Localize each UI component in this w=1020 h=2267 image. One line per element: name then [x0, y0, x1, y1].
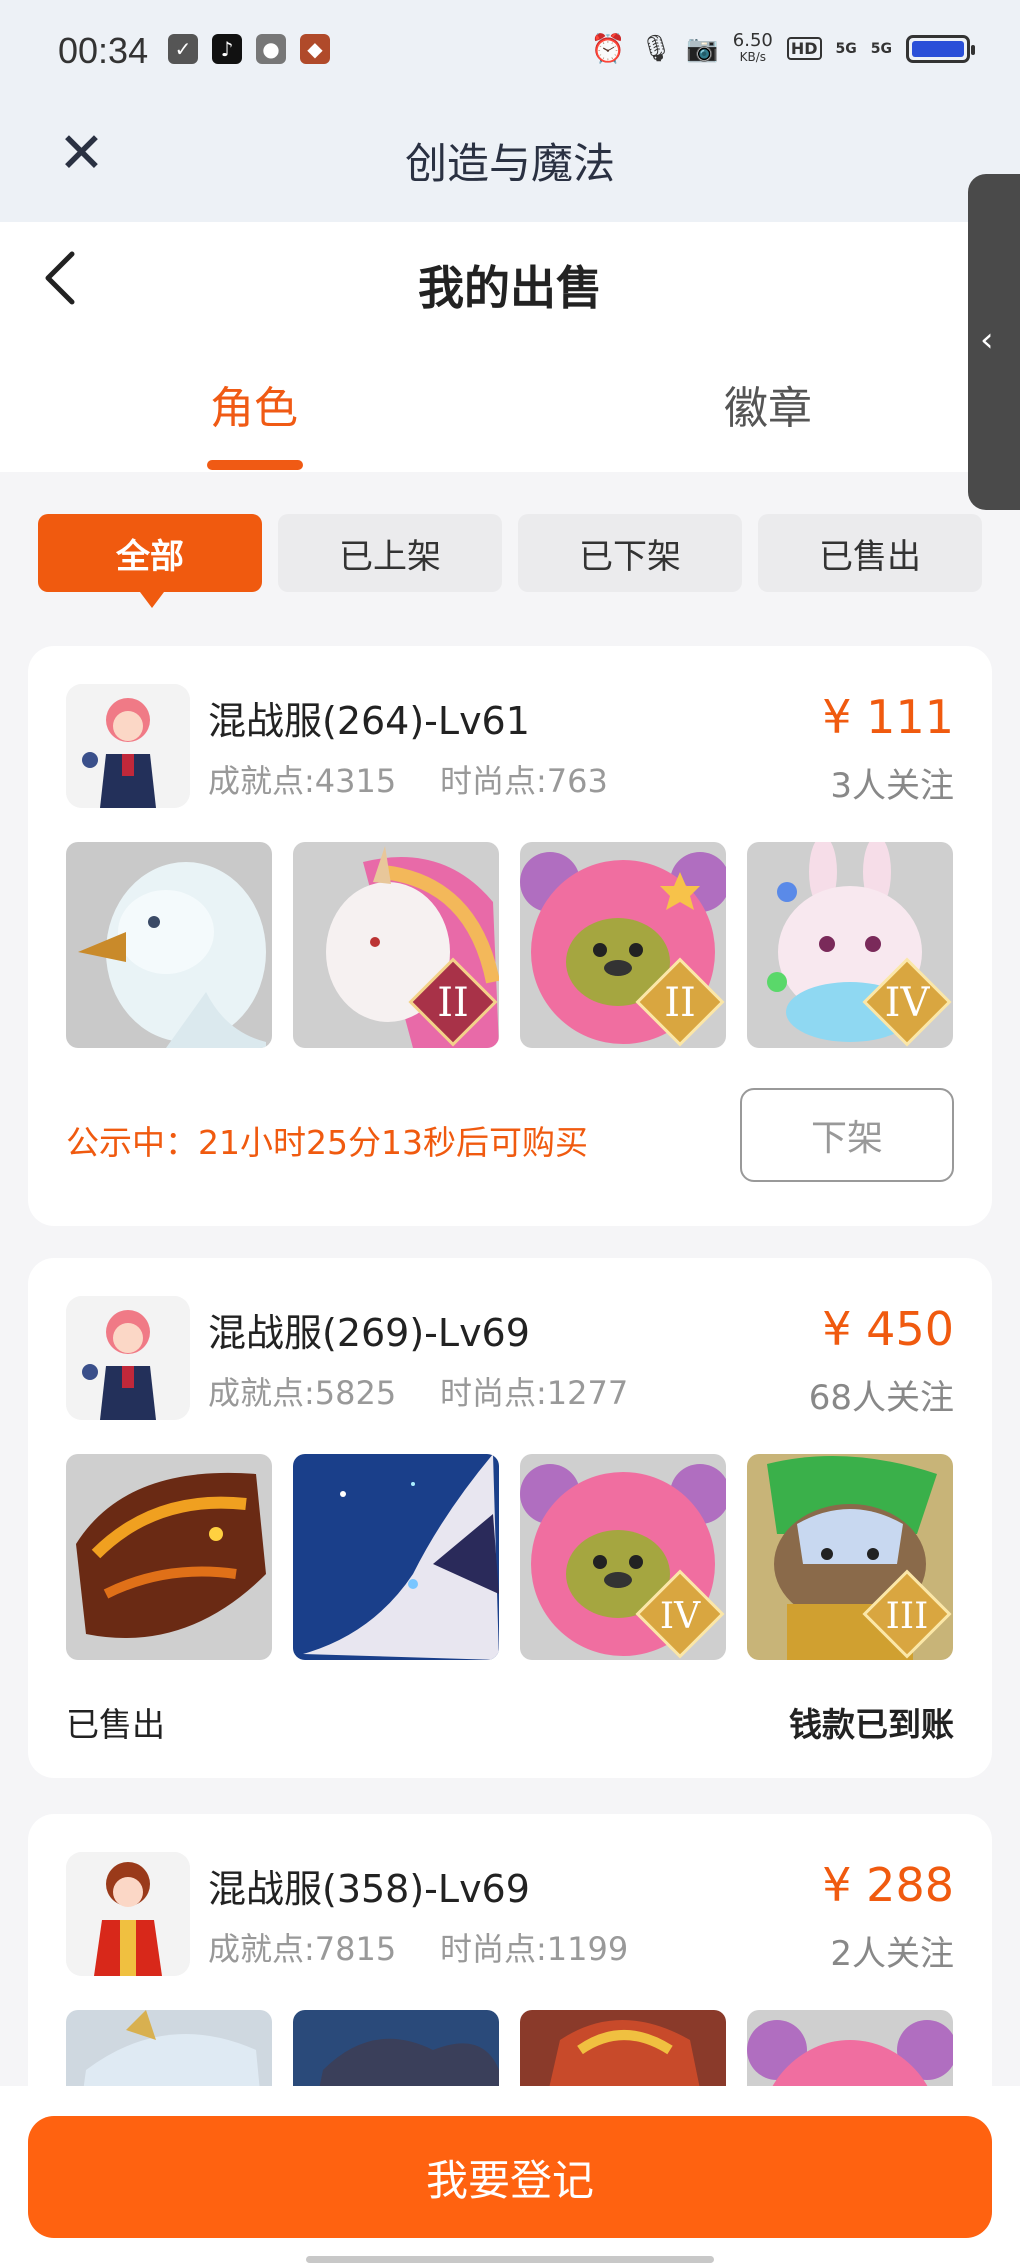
server-level: 混战服(269)-Lv69	[208, 1311, 530, 1355]
filter-listed[interactable]: 已上架	[278, 514, 502, 592]
app-header: ✕ 创造与魔法	[0, 110, 1020, 222]
achievement-points: 成就点:7815	[208, 1930, 397, 1968]
signal-5g-icon: 5G	[835, 40, 857, 57]
side-panel-handle[interactable]: ‹	[968, 174, 1020, 510]
server-level: 混战服(264)-Lv61	[208, 699, 530, 743]
filter-delisted[interactable]: 已下架	[518, 514, 742, 592]
tab-roles[interactable]: 角色	[210, 372, 298, 436]
fashion-points: 时尚点:763	[440, 762, 608, 800]
fashion-points: 时尚点:1199	[440, 1930, 629, 1968]
page-title: 我的出售	[418, 261, 602, 315]
listing-card[interactable]: 混战服(264)-Lv61 成就点:4315 时尚点:763 ¥ 111 3人关…	[28, 646, 992, 1226]
character-avatar	[66, 1852, 190, 1976]
mic-icon: 🎙	[639, 33, 673, 64]
filter-all[interactable]: 全部	[38, 514, 262, 608]
bottom-bar: 我要登记	[0, 2086, 1020, 2267]
clipboard-icon: ✓	[168, 34, 198, 64]
filter-bar: 全部 已上架 已下架 已售出	[38, 514, 982, 608]
home-indicator[interactable]	[306, 2256, 714, 2263]
net-speed: 6.50	[732, 29, 773, 51]
price: ¥ 111	[822, 690, 954, 744]
tier-label: II	[664, 980, 696, 1026]
tier-label: IV	[885, 980, 931, 1026]
listing-card[interactable]: 混战服(269)-Lv69 成就点:5825 时尚点:1277 ¥ 450 68…	[28, 1258, 992, 1778]
mount-pink-bear[interactable]: IV	[520, 1454, 726, 1660]
price: ¥ 288	[822, 1858, 954, 1912]
hd-icon: HD	[786, 37, 822, 60]
mount-star-wolf[interactable]	[293, 1454, 499, 1660]
status-bar: 00:34 ✓ ♪ ● ◆ ⏰ 🎙 📷 6.50 KB/s HD 5G 5G	[0, 0, 1020, 110]
price: ¥ 450	[822, 1302, 954, 1356]
mount-unicorn[interactable]: II	[293, 842, 499, 1048]
net-unit: KB/s	[739, 49, 767, 64]
mount-eagle[interactable]	[66, 842, 272, 1048]
sold-status: 已售出	[66, 1705, 165, 1744]
wechat-icon: ●	[256, 34, 286, 64]
page-header: 我的出售 角色 徽章	[0, 222, 1020, 472]
server-level: 混战服(358)-Lv69	[208, 1867, 530, 1911]
character-avatar	[66, 1296, 190, 1420]
achievement-points: 成就点:5825	[208, 1374, 397, 1412]
mount-bunny[interactable]: IV	[747, 842, 953, 1048]
game-icon: ◆	[300, 34, 330, 64]
follower-count: 68人关注	[808, 1378, 954, 1418]
status-time: 00:34	[58, 30, 149, 71]
notice-text: 公示中：21小时25分13秒后可购买	[66, 1123, 588, 1162]
achievement-points: 成就点:4315	[208, 762, 397, 800]
follower-count: 2人关注	[830, 1934, 954, 1974]
character-avatar	[66, 684, 190, 808]
tab-badges[interactable]: 徽章	[724, 372, 812, 436]
mount-list: IV III	[66, 1454, 954, 1660]
tier-label: III	[886, 1596, 929, 1637]
tab-indicator	[207, 460, 303, 470]
app-title: 创造与魔法	[404, 139, 615, 188]
register-button[interactable]: 我要登记	[28, 2116, 992, 2238]
mount-pink-bear[interactable]: II	[520, 842, 726, 1048]
chevron-left-icon: ‹	[980, 320, 994, 360]
camera-icon: 📷	[686, 33, 719, 64]
battery-icon	[906, 34, 975, 63]
delist-button[interactable]: 下架	[740, 1088, 954, 1182]
filter-sold[interactable]: 已售出	[758, 514, 982, 592]
alarm-icon: ⏰	[590, 32, 626, 65]
tab-bar: 角色 徽章	[0, 372, 1020, 472]
tier-label: IV	[660, 1596, 701, 1637]
mount-beast-king[interactable]: III	[747, 1454, 953, 1660]
signal-5g-icon-2: 5G	[870, 40, 892, 57]
payment-status: 钱款已到账	[789, 1705, 954, 1744]
tiktok-icon: ♪	[212, 34, 242, 64]
mount-fire-dragon[interactable]	[66, 1454, 272, 1660]
follower-count: 3人关注	[830, 766, 954, 806]
fashion-points: 时尚点:1277	[440, 1374, 629, 1412]
mount-list: II II IV	[66, 842, 954, 1048]
tier-label: II	[437, 980, 469, 1026]
